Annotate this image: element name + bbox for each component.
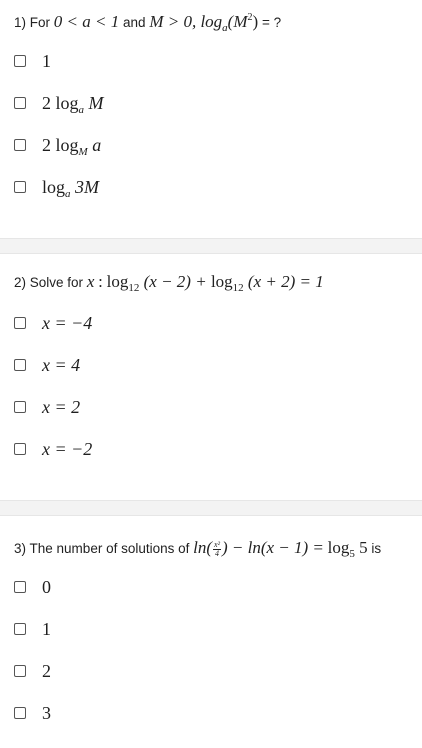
log-base: 5 [349,548,355,560]
option-3a[interactable]: 0 [14,576,51,598]
question-3: 3) The number of solutions of ln(x² 4) − … [0,516,422,748]
variable: x [86,272,95,291]
option-label: loga 3M [42,176,100,200]
exponent: 2 [247,12,253,23]
option-3d[interactable]: 3 [14,702,51,724]
question-suffix: = ? [261,15,282,30]
condition-m: M > 0, log [149,12,223,31]
option-3b[interactable]: 1 [14,618,51,640]
option-1b[interactable]: 2 loga M [14,92,104,116]
checkbox[interactable] [14,317,26,329]
option-label: x = −2 [42,438,93,459]
question-2: 2) Solve for x : log12 (x − 2) + log12 (… [0,254,422,500]
option-label: x = 2 [42,396,81,417]
question-prefix: Solve for [29,275,84,290]
question-number: 3) [14,541,27,556]
checkbox[interactable] [14,139,26,151]
question-2-text: 2) Solve for x : log12 (x − 2) + log12 (… [14,272,324,294]
checkbox[interactable] [14,443,26,455]
option-1d[interactable]: loga 3M [14,176,100,200]
checkbox[interactable] [14,97,26,109]
log-arg: (x − 2) + [143,272,207,291]
question-number: 1) [14,15,27,30]
question-number: 2) [14,275,27,290]
option-label: 2 logM a [42,134,102,158]
log: log [327,538,350,557]
option-label: 1 [42,618,51,639]
log-arg: (x + 2) = 1 [247,272,324,291]
condition-a: 0 < a < 1 [53,12,120,31]
checkbox[interactable] [14,181,26,193]
checkbox[interactable] [14,707,26,719]
question-1-text: 1) For 0 < a < 1 and M > 0, loga(M2) = ? [14,12,282,34]
log-arg: 5 [359,538,368,557]
question-suffix: is [371,541,382,556]
option-1c[interactable]: 2 logM a [14,134,102,158]
checkbox[interactable] [14,581,26,593]
option-2c[interactable]: x = 2 [14,396,80,418]
option-label: 0 [42,576,51,597]
option-2a[interactable]: x = −4 [14,312,92,334]
log: log [210,272,233,291]
question-prefix: For [29,15,51,30]
option-label: 2 loga M [42,92,104,116]
ln-rest: ) − ln(x − 1) = [221,538,324,557]
question-1: 1) For 0 < a < 1 and M > 0, loga(M2) = ?… [0,0,422,238]
paren-close: ) [252,12,259,31]
question-3-text: 3) The number of solutions of ln(x² 4) − … [14,538,382,560]
option-label: 3 [42,702,51,723]
section-divider [0,238,422,254]
option-2d[interactable]: x = −2 [14,438,92,460]
checkbox[interactable] [14,55,26,67]
option-3c[interactable]: 2 [14,660,51,682]
checkbox[interactable] [14,665,26,677]
log-base: 12 [128,282,140,294]
option-label: x = 4 [42,354,81,375]
option-label: 2 [42,660,51,681]
option-1a[interactable]: 1 [14,50,51,72]
option-label: 1 [42,50,51,71]
option-label: x = −4 [42,312,93,333]
fraction: x² 4 [213,540,221,558]
fraction-denominator: 4 [215,548,219,558]
checkbox[interactable] [14,623,26,635]
colon: : [98,272,103,291]
log-base: a [222,22,228,34]
ln-open: ln( [193,538,213,557]
section-divider [0,500,422,516]
conjunction: and [123,15,146,30]
option-2b[interactable]: x = 4 [14,354,80,376]
log: log [106,272,129,291]
checkbox[interactable] [14,401,26,413]
log-base: 12 [232,282,244,294]
log-arg: (M [227,12,248,31]
checkbox[interactable] [14,359,26,371]
question-prefix: The number of solutions of [29,541,190,556]
